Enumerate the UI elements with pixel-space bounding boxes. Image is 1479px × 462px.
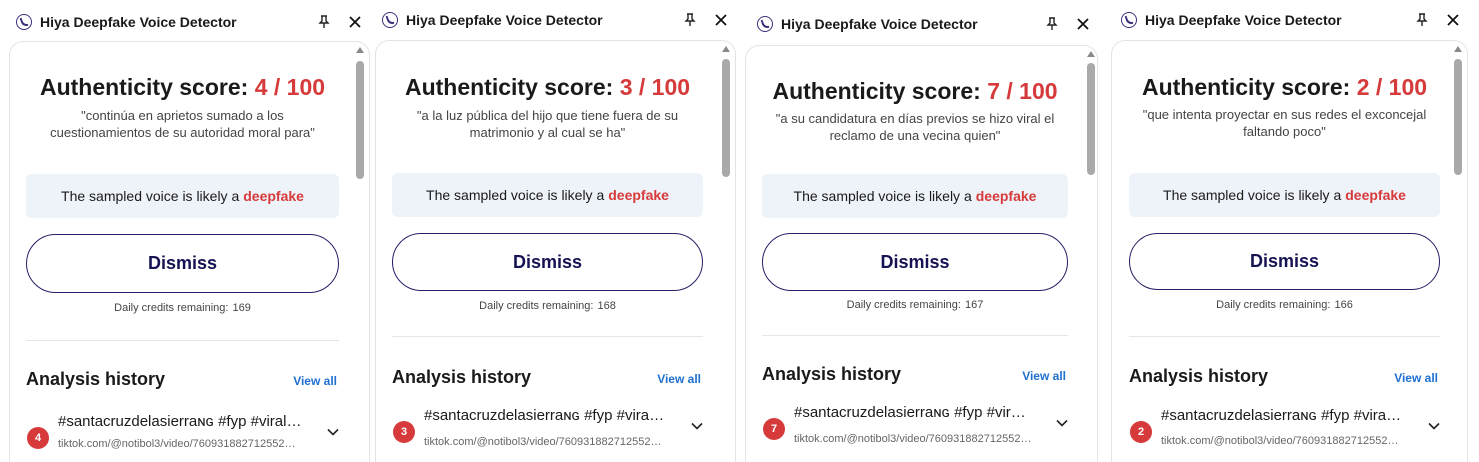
chevron-down-icon[interactable] [1428, 417, 1440, 430]
history-item-title: #santacruzdelasierraɴɢ #fyp #viral… [1161, 407, 1404, 424]
pin-icon[interactable] [1416, 13, 1428, 27]
screenshot-root: Hiya Deepfake Voice Detector Authenticity… [0, 0, 1479, 462]
close-icon[interactable] [1446, 13, 1460, 27]
history-item-url: tiktok.com/@notibol3/video/7609318827125… [424, 436, 662, 448]
detector-card: Authenticity score: 4 / 100 "continúa en … [9, 41, 370, 462]
window-title: Hiya Deepfake Voice Detector [1145, 12, 1342, 28]
window-title: Hiya Deepfake Voice Detector [406, 12, 603, 28]
score-badge: 4 [27, 427, 49, 449]
hiya-logo-icon [1121, 12, 1137, 28]
chevron-down-icon[interactable] [1056, 414, 1068, 427]
history-item-title: #santacruzdelasierraɴɢ #fyp #viral… [58, 413, 302, 430]
history-item[interactable]: 2 #santacruzdelasierraɴɢ #fyp #viral… tikt… [1112, 41, 1467, 462]
score-badge: 7 [763, 418, 785, 440]
close-icon[interactable] [714, 13, 728, 27]
window-title: Hiya Deepfake Voice Detector [40, 14, 237, 30]
hiya-logo-icon [382, 12, 398, 28]
history-item[interactable]: 7 #santacruzdelasierraɴɢ #fyp #viral… tikt… [746, 46, 1097, 462]
detector-card: Authenticity score: 2 / 100 "que intenta … [1111, 40, 1468, 462]
score-badge: 3 [393, 421, 415, 443]
history-item[interactable]: 4 #santacruzdelasierraɴɢ #fyp #viral… tikt… [10, 42, 369, 462]
hiya-logo-icon [16, 14, 32, 30]
hiya-logo-icon [757, 16, 773, 32]
history-item-title: #santacruzdelasierraɴɢ #fyp #viral… [424, 407, 667, 424]
chevron-down-icon[interactable] [327, 423, 339, 436]
pin-icon[interactable] [1046, 17, 1058, 31]
window-title: Hiya Deepfake Voice Detector [781, 16, 978, 32]
history-item-url: tiktok.com/@notibol3/video/7609318827125… [58, 438, 296, 450]
history-item-title: #santacruzdelasierraɴɢ #fyp #viral… [794, 404, 1032, 421]
detector-card: Authenticity score: 7 / 100 "a su candida… [745, 45, 1098, 462]
close-icon[interactable] [1076, 17, 1090, 31]
history-item-url: tiktok.com/@notibol3/video/7609318827125… [794, 433, 1032, 445]
close-icon[interactable] [348, 15, 362, 29]
detector-card: Authenticity score: 3 / 100 "a la luz púb… [375, 40, 736, 462]
history-item[interactable]: 3 #santacruzdelasierraɴɢ #fyp #viral… tikt… [376, 41, 735, 462]
pin-icon[interactable] [318, 15, 330, 29]
history-item-url: tiktok.com/@notibol3/video/7609318827125… [1161, 435, 1399, 447]
score-badge: 2 [1130, 421, 1152, 443]
chevron-down-icon[interactable] [691, 417, 703, 430]
pin-icon[interactable] [684, 13, 696, 27]
